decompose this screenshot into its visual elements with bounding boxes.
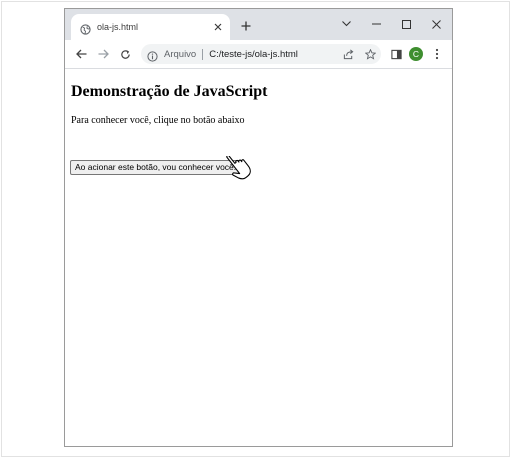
forward-arrow-icon[interactable] xyxy=(93,44,113,64)
globe-icon xyxy=(80,22,91,35)
tab-close-icon[interactable] xyxy=(211,20,225,34)
security-label: Arquivo xyxy=(164,48,197,60)
tab-title: ola-js.html xyxy=(97,22,139,32)
page-content: Demonstração de JavaScript Para conhecer… xyxy=(65,69,452,446)
tab-strip: ola-js.html xyxy=(65,9,452,40)
url-text[interactable]: C:/teste-js/ola-js.html xyxy=(209,49,298,60)
star-icon[interactable] xyxy=(361,48,379,60)
side-panel-icon[interactable] xyxy=(386,44,406,64)
browser-window: ola-js.html Arquivo C:/teste-js/ola-js.h… xyxy=(64,8,453,447)
reload-icon[interactable] xyxy=(115,44,135,64)
omnibox-divider xyxy=(202,48,204,60)
menu-icon[interactable] xyxy=(427,44,447,64)
maximize-icon[interactable] xyxy=(391,15,421,33)
chevron-down-icon[interactable] xyxy=(331,15,361,33)
share-icon[interactable] xyxy=(339,48,357,60)
minimize-icon[interactable] xyxy=(361,15,391,33)
close-icon[interactable] xyxy=(421,15,451,33)
info-icon[interactable] xyxy=(147,49,158,62)
page-heading: Demonstração de JavaScript xyxy=(71,83,268,100)
avatar: C xyxy=(409,47,423,61)
page-paragraph: Para conhecer você, clique no botão abai… xyxy=(71,115,245,126)
address-bar[interactable]: Arquivo C:/teste-js/ola-js.html xyxy=(141,44,381,64)
profile-avatar[interactable]: C xyxy=(406,44,426,64)
plus-icon[interactable] xyxy=(237,17,255,35)
tab-ola-js[interactable]: ola-js.html xyxy=(71,14,230,40)
back-arrow-icon[interactable] xyxy=(71,44,91,64)
greet-button[interactable]: Ao acionar este botão, vou conhecer você… xyxy=(70,160,242,175)
hand-pointer-cursor-icon xyxy=(226,156,251,180)
browser-toolbar: Arquivo C:/teste-js/ola-js.html C xyxy=(65,40,452,69)
